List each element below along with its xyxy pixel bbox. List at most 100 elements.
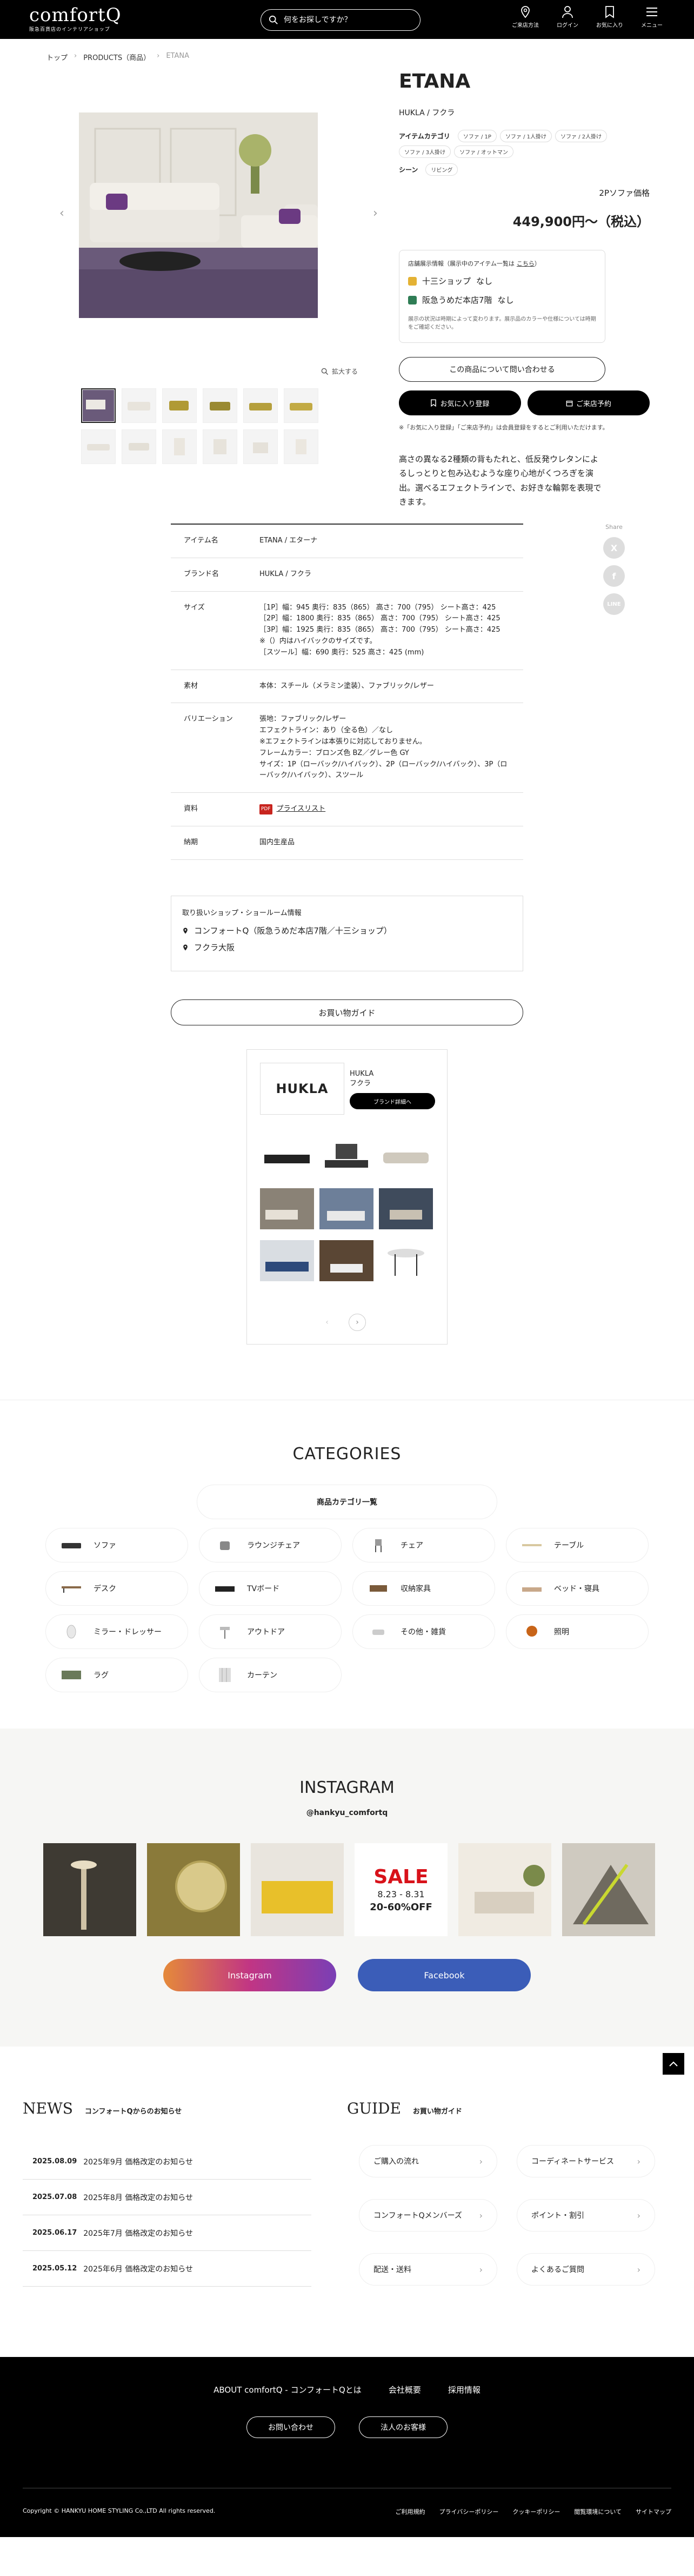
shop-row[interactable]: コンフォートQ（阪急うめだ本店7階／十三ショップ） xyxy=(182,925,512,936)
search-box[interactable] xyxy=(261,9,421,31)
category-chair[interactable]: チェア xyxy=(352,1528,495,1562)
guide-link[interactable]: コンフォートQメンバーズ › xyxy=(359,2199,497,2231)
brand-detail-button[interactable]: ブランド詳細へ xyxy=(350,1093,435,1109)
category-tv-board[interactable]: TVボード xyxy=(199,1571,342,1606)
footer-link[interactable]: 採用情報 xyxy=(448,2384,481,2395)
price-list-link[interactable]: プライスリスト xyxy=(277,804,326,815)
brand-scene-image[interactable] xyxy=(260,1240,314,1281)
facebook-button[interactable]: Facebook xyxy=(358,1959,531,1991)
guide-link[interactable]: ポイント・割引 › xyxy=(517,2199,655,2231)
guide-link[interactable]: ご購入の流れ › xyxy=(359,2145,497,2177)
thumbnail[interactable] xyxy=(162,429,197,464)
category-rug[interactable]: ラグ xyxy=(45,1658,188,1692)
brand-scene-image[interactable] xyxy=(319,1188,373,1229)
category-table[interactable]: テーブル xyxy=(506,1528,649,1562)
favorite-button[interactable]: お気に入り登録 xyxy=(399,390,521,415)
gallery-prev-arrow[interactable]: ‹ xyxy=(59,207,64,220)
guide-link[interactable]: 配送・送料 › xyxy=(359,2253,497,2286)
thumbnail[interactable] xyxy=(284,388,318,423)
nav-favorites[interactable]: お気に入り xyxy=(595,5,625,29)
visit-reservation-button[interactable]: ご来店予約 xyxy=(528,390,650,415)
brand-scene-image[interactable] xyxy=(379,1188,433,1229)
corporate-button[interactable]: 法人のお客様 xyxy=(359,2416,448,2438)
news-item[interactable]: 2025.08.09 2025年9月 価格改定のお知らせ xyxy=(23,2144,311,2180)
category-outdoor[interactable]: アウトドア xyxy=(199,1614,342,1649)
category-lounge-chair[interactable]: ラウンジチェア xyxy=(199,1528,342,1562)
instagram-post[interactable] xyxy=(147,1843,240,1936)
footer-sublink[interactable]: クッキーポリシー xyxy=(512,2507,560,2516)
category-curtain[interactable]: カーテン xyxy=(199,1658,342,1692)
category-chip[interactable]: ソファ / 2人掛け xyxy=(555,130,608,142)
brand-product-image[interactable] xyxy=(260,1136,314,1177)
news-item[interactable]: 2025.05.12 2025年6月 価格改定のお知らせ xyxy=(23,2251,311,2287)
footer-sublink[interactable]: ご利用規約 xyxy=(396,2507,425,2516)
category-sofa[interactable]: ソファ xyxy=(45,1528,188,1562)
zoom-button[interactable]: 拡大する xyxy=(321,367,358,376)
breadcrumb-home[interactable]: トップ xyxy=(46,52,68,62)
category-bed[interactable]: ベッド・寝具 xyxy=(506,1571,649,1606)
thumbnail[interactable] xyxy=(243,429,278,464)
footer-sublink[interactable]: サイトマップ xyxy=(636,2507,671,2516)
footer-sublink[interactable]: 閲覧環境について xyxy=(574,2507,622,2516)
search-input[interactable] xyxy=(284,16,408,24)
gallery-next-arrow[interactable]: › xyxy=(373,207,378,220)
shop-row[interactable]: フクラ大阪 xyxy=(182,942,512,953)
instagram-post[interactable] xyxy=(562,1843,655,1936)
thumbnail[interactable] xyxy=(122,429,156,464)
footer-link[interactable]: ABOUT comfortQ - コンフォートQとは xyxy=(213,2384,362,2395)
product-brand[interactable]: HUKLA / フクラ xyxy=(399,107,455,118)
instagram-sale-post[interactable]: SALE8.23 - 8.31 20-60%OFF xyxy=(355,1843,448,1936)
instagram-post[interactable] xyxy=(458,1843,551,1936)
category-chip[interactable]: ソファ / オットマン xyxy=(454,145,513,158)
brand-product-image[interactable] xyxy=(379,1240,433,1281)
thumbnail[interactable] xyxy=(162,388,197,423)
category-desk[interactable]: デスク xyxy=(45,1571,188,1606)
thumbnail[interactable] xyxy=(203,429,237,464)
brand-scene-image[interactable] xyxy=(260,1188,314,1229)
thumbnail[interactable] xyxy=(81,429,116,464)
carousel-next-button[interactable]: › xyxy=(349,1314,366,1331)
footer-sublink[interactable]: プライバシーポリシー xyxy=(439,2507,499,2516)
category-chip[interactable]: ソファ / 1人掛け xyxy=(499,130,552,142)
facebook-icon[interactable]: f xyxy=(603,565,625,587)
thumbnail[interactable] xyxy=(81,388,116,423)
brand-product-image[interactable] xyxy=(379,1136,433,1177)
carousel-prev-button[interactable]: ‹ xyxy=(318,1314,336,1331)
thumbnail[interactable] xyxy=(284,429,318,464)
guide-link[interactable]: よくあるご質問 › xyxy=(517,2253,655,2286)
scene-chip[interactable]: リビング xyxy=(425,163,458,176)
instagram-post[interactable] xyxy=(43,1843,136,1936)
thumbnail[interactable] xyxy=(243,388,278,423)
instagram-handle[interactable]: @hankyu_comfortq xyxy=(0,1809,694,1817)
nav-menu[interactable]: メニュー xyxy=(637,5,667,29)
news-item[interactable]: 2025.06.17 2025年7月 価格改定のお知らせ xyxy=(23,2215,311,2251)
breadcrumb-products[interactable]: PRODUCTS（商品） xyxy=(83,52,150,62)
thumbnail[interactable] xyxy=(122,388,156,423)
brand-product-image[interactable] xyxy=(319,1136,373,1177)
thumbnail[interactable] xyxy=(203,388,237,423)
x-icon[interactable]: X xyxy=(603,537,625,559)
footer-link[interactable]: 会社概要 xyxy=(389,2384,421,2395)
stock-list-link[interactable]: こちら xyxy=(517,260,535,267)
nav-access[interactable]: ご来店方法 xyxy=(510,5,540,29)
inquiry-button[interactable]: この商品について問い合わせる xyxy=(399,357,605,382)
nav-login[interactable]: ログイン xyxy=(552,5,583,29)
instagram-post[interactable] xyxy=(251,1843,344,1936)
category-storage[interactable]: 収納家具 xyxy=(352,1571,495,1606)
category-mirror[interactable]: ミラー・ドレッサー xyxy=(45,1614,188,1649)
guide-link[interactable]: コーディネートサービス › xyxy=(517,2145,655,2177)
product-main-image[interactable] xyxy=(79,112,318,318)
contact-button[interactable]: お問い合わせ xyxy=(246,2416,335,2438)
category-other[interactable]: その他・雑貨 xyxy=(352,1614,495,1649)
categories-tab[interactable]: 商品カテゴリ一覧 xyxy=(197,1485,497,1519)
category-chip[interactable]: ソファ / 3人掛け xyxy=(399,145,451,158)
category-lighting[interactable]: 照明 xyxy=(506,1614,649,1649)
line-icon[interactable]: LINE xyxy=(603,593,625,615)
instagram-button[interactable]: Instagram xyxy=(163,1959,336,1991)
shopping-guide-button[interactable]: お買い物ガイド xyxy=(171,999,523,1025)
brand-scene-image[interactable] xyxy=(319,1240,373,1281)
back-to-top-button[interactable] xyxy=(663,2053,684,2075)
site-logo[interactable]: comfortQ 阪急百貨店のインテリアショップ xyxy=(29,5,122,32)
news-item[interactable]: 2025.07.08 2025年8月 価格改定のお知らせ xyxy=(23,2180,311,2215)
category-chip[interactable]: ソファ / 1P xyxy=(457,130,497,142)
